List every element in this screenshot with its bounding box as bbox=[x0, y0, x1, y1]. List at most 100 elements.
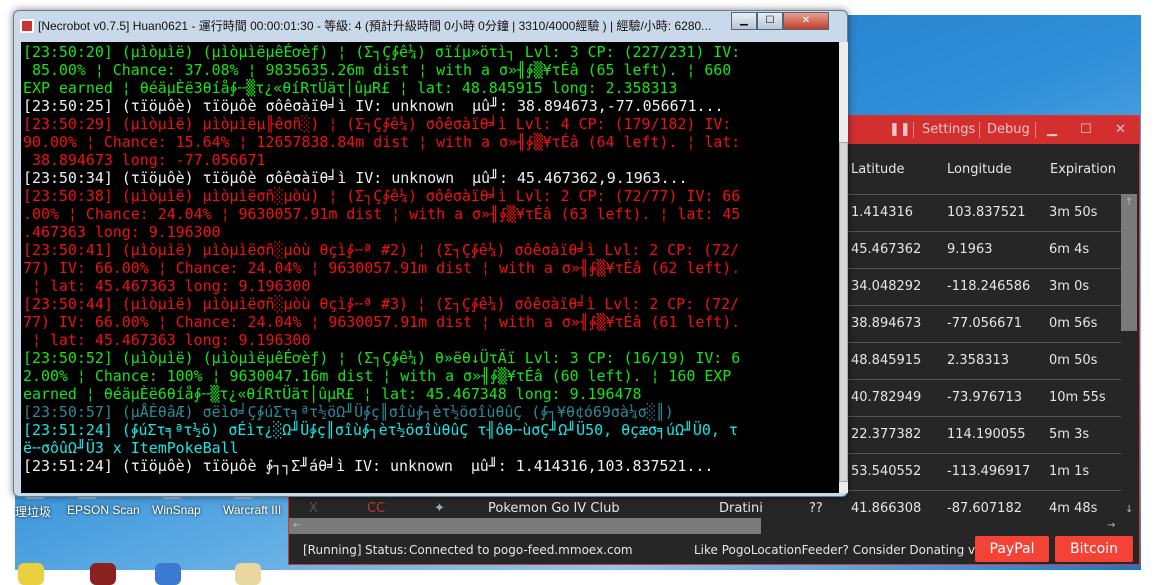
scroll-left-arrow-icon[interactable]: ← bbox=[293, 520, 301, 531]
pause-button[interactable]: ❚❚ bbox=[889, 122, 911, 137]
latitude-value: 1.414316 bbox=[851, 205, 914, 220]
maximize-button[interactable]: ☐ bbox=[757, 12, 783, 30]
console-line: [23:50:25] (τïöµôè) τïöµôè σôêσàïθ╛ì IV:… bbox=[23, 97, 724, 115]
scrollbar-thumb[interactable] bbox=[839, 142, 848, 482]
latitude-value: 34.048292 bbox=[851, 279, 922, 294]
channel-name: Pokemon Go IV Club bbox=[488, 501, 620, 516]
latitude-value: 22.377382 bbox=[851, 427, 922, 442]
latitude-value: 38.894673 bbox=[851, 316, 922, 331]
console-line: 85.00% ¦ Chance: 37.08% ¦ 9835635.26m di… bbox=[23, 61, 732, 79]
console-line: [23:51:24] (∳úΣτ╕ªτ½ö) σÉìτ¿░Ω╜Ü∳ç║σîù∳┐… bbox=[23, 421, 738, 439]
expiration-value: 3m 50s bbox=[1049, 205, 1098, 220]
desktop-icon[interactable] bbox=[235, 563, 261, 585]
desktop-icon-label: WinSnap bbox=[152, 503, 201, 517]
console-line: [23:50:38] (µìòµìë) µìòµìëσñ░µòù) ¦ (Σ┐Ç… bbox=[23, 187, 741, 205]
settings-button[interactable]: Settings bbox=[922, 122, 975, 137]
console-line: 90.00% ¦ Chance: 15.64% ¦ 12657838.84m d… bbox=[23, 133, 741, 151]
scroll-up-arrow-icon[interactable]: ↑ bbox=[1125, 197, 1133, 208]
cc-label: CC bbox=[367, 501, 386, 516]
maximize-button[interactable]: ☐ bbox=[1080, 122, 1092, 137]
console-output[interactable]: [23:50:20] (µìòµìë) (µìòµìëµêÉơèƒ) ¦ (Σ┐… bbox=[21, 42, 839, 493]
column-longitude[interactable]: Longitude bbox=[947, 162, 1012, 177]
expiration-value: 3m 0s bbox=[1049, 279, 1090, 294]
console-line: [23:50:57] (µÅÉθâÆ) σëìσ╛Ç∳úΣτ╕ªτ½öΩ╜Ü∳ç… bbox=[23, 403, 674, 421]
console-line: ¦ lat: 45.467363 long: 9.196300 bbox=[23, 331, 311, 349]
pokemon-name: Dratini bbox=[719, 501, 763, 516]
latitude-value: 48.845915 bbox=[851, 353, 922, 368]
expiration-value: 5m 3s bbox=[1049, 427, 1090, 442]
donate-text: Like PogoLocationFeeder? Consider Donati… bbox=[694, 543, 986, 557]
minimize-button[interactable]: ▁ bbox=[731, 12, 757, 30]
column-latitude[interactable]: Latitude bbox=[851, 162, 905, 177]
debug-button[interactable]: Debug bbox=[987, 122, 1030, 137]
status-label: Status: bbox=[365, 543, 408, 557]
console-line: [23:50:20] (µìòµìë) (µìòµìëµêÉơèƒ) ¦ (Σ┐… bbox=[23, 43, 741, 61]
console-line: [23:50:34] (τïöµôè) τïöµôè σôêσàïθ╛ì IV:… bbox=[23, 169, 688, 187]
longitude-value: -77.056671 bbox=[947, 316, 1022, 331]
expiration-value: 0m 56s bbox=[1049, 316, 1098, 331]
console-line: .467363 long: 9.196300 bbox=[23, 223, 221, 241]
latitude-value: 45.467362 bbox=[851, 242, 922, 257]
longitude-value: -87.607182 bbox=[947, 501, 1022, 516]
minimize-button[interactable]: ▁ bbox=[1047, 122, 1057, 137]
expiration-value: 4m 48s bbox=[1049, 501, 1098, 516]
necrobot-console-window: [Necrobot v0.7.5] Huan0621 - 運行時間 00:00:… bbox=[13, 10, 848, 497]
column-expiration[interactable]: Expiration bbox=[1050, 162, 1116, 177]
desktop-icon-recycle-bin[interactable]: 理垃圾 bbox=[15, 481, 52, 520]
scrollbar-thumb[interactable] bbox=[289, 518, 761, 534]
divider bbox=[979, 122, 980, 138]
console-line: .00% ¦ Chance: 24.04% ¦ 9630057.91m dist… bbox=[23, 205, 741, 223]
console-line: [23:50:44] (µìòµìë) µìòµìëσñ░µòù θçì∳╌ª … bbox=[23, 295, 740, 313]
latitude-value: 41.866308 bbox=[851, 501, 922, 516]
expiration-value: 0m 50s bbox=[1049, 353, 1098, 368]
expiration-value: 1m 1s bbox=[1049, 464, 1090, 479]
close-button[interactable]: ✕ bbox=[1115, 122, 1126, 137]
running-state: [Running] bbox=[303, 543, 362, 557]
longitude-value: 114.190055 bbox=[947, 427, 1026, 442]
status-bar: [Running] Status: Connected to pogo-feed… bbox=[289, 534, 1139, 566]
console-line: 38.894673 long: -77.056671 bbox=[23, 151, 266, 169]
console-line: EXP earned ¦ θéäµÈë3θíå∳╌▒τ¿«θíRτÜäτ│ûµR… bbox=[23, 79, 678, 97]
desktop-icon[interactable] bbox=[90, 563, 116, 585]
console-line: [23:50:41] (µìòµìë) µìòµìëσñ░µòù θçì∳╌ª … bbox=[23, 241, 740, 259]
scrollbar-thumb[interactable] bbox=[1121, 194, 1137, 331]
expiration-value: 6m 4s bbox=[1049, 242, 1090, 257]
scroll-right-arrow-icon[interactable]: → bbox=[1107, 520, 1115, 531]
desktop-icon-label: Warcraft III bbox=[223, 503, 282, 517]
horizontal-scrollbar[interactable]: ← → bbox=[289, 518, 1121, 534]
console-line: [23:51:24] (τïöµôè) τïöµôè ∳┐┐Σ╜áθ╛ì IV:… bbox=[23, 457, 714, 475]
vertical-scrollbar[interactable]: ↑ ↓ bbox=[1121, 194, 1137, 518]
console-line: 77) IV: 66.00% ¦ Chance: 24.04% ¦ 963005… bbox=[23, 259, 741, 277]
longitude-value: 103.837521 bbox=[947, 205, 1026, 220]
desktop-icon[interactable] bbox=[155, 563, 181, 585]
longitude-value: 2.358313 bbox=[947, 353, 1010, 368]
close-button[interactable]: ✕ bbox=[783, 12, 829, 30]
scroll-down-arrow-icon[interactable]: ↓ bbox=[1125, 504, 1133, 515]
console-line: [23:50:52] (µìòµìë) (µìòµìëµêÉơèƒ) ¦ (Σ┐… bbox=[23, 349, 741, 367]
remove-button[interactable]: X bbox=[309, 501, 318, 516]
desktop-icon-winsnap[interactable]: WinSnap bbox=[152, 481, 201, 517]
longitude-value: -113.496917 bbox=[947, 464, 1031, 479]
desktop-icon-label: 理垃圾 bbox=[15, 505, 52, 519]
divider bbox=[1035, 122, 1036, 138]
console-line: [23:50:29] (µìòµìë) µìòµìëµ╟êσñ░) ¦ (Σ┐Ç… bbox=[23, 115, 732, 133]
desktop-icon-epson-scan[interactable]: EPSON Scan bbox=[67, 481, 140, 517]
bitcoin-button[interactable]: Bitcoin bbox=[1055, 536, 1133, 562]
status-text: Connected to pogo-feed.mmoex.com bbox=[409, 543, 633, 557]
console-line: ¦ lat: 45.467363 long: 9.196300 bbox=[23, 277, 311, 295]
paypal-button[interactable]: PayPal bbox=[975, 536, 1049, 562]
desktop-icon-warcraft[interactable]: Warcraft III bbox=[223, 481, 282, 517]
console-scrollbar[interactable] bbox=[839, 42, 848, 493]
longitude-value: -118.246586 bbox=[947, 279, 1031, 294]
expiration-value: 10m 55s bbox=[1049, 390, 1106, 405]
desktop-icon-label: EPSON Scan bbox=[67, 503, 140, 517]
console-line: earned ¦ θéäµÈë6θíå∳╌▒τ¿«θíRτÜäτ│ûµR£ ¦ … bbox=[23, 385, 642, 403]
console-line: 77) IV: 66.00% ¦ Chance: 24.04% ¦ 963005… bbox=[23, 313, 741, 331]
iv-value: ?? bbox=[809, 501, 823, 516]
divider bbox=[913, 122, 914, 138]
console-line: 2.00% ¦ Chance: 100% ¦ 9630047.16m dist … bbox=[23, 367, 732, 385]
window-title: [Necrobot v0.7.5] Huan0621 - 運行時間 00:00:… bbox=[20, 17, 725, 34]
longitude-value: 9.1963 bbox=[947, 242, 993, 257]
longitude-value: -73.976713 bbox=[947, 390, 1022, 405]
desktop-icon[interactable] bbox=[18, 563, 44, 585]
